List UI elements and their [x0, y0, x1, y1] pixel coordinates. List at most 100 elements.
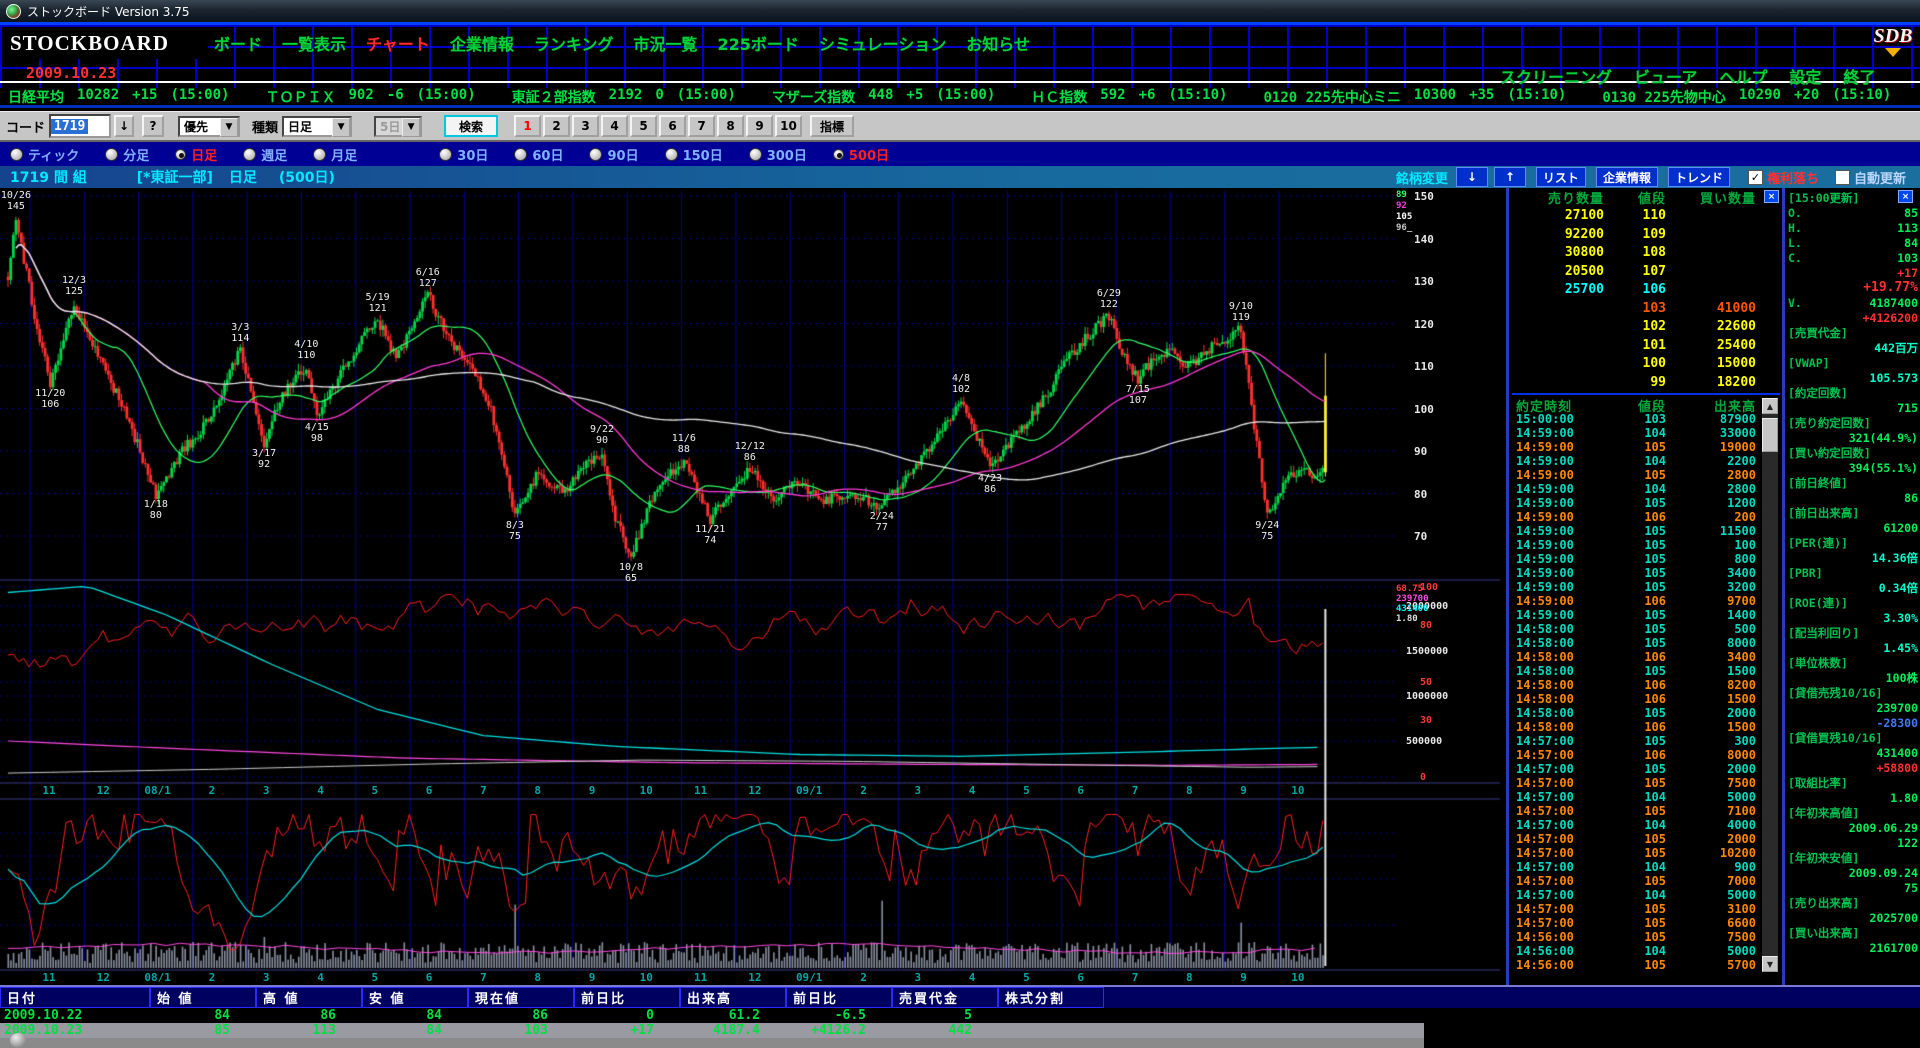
chart-tick-label: 80 [1414, 488, 1427, 501]
ticker-name: 東証２部指数 [512, 87, 596, 107]
code-down-button[interactable]: ↓ [114, 115, 134, 137]
app-icon [6, 4, 21, 19]
stats-label: [PBR] [1788, 566, 1823, 580]
menu-item[interactable]: 一覧表示 [282, 31, 346, 55]
trade-time: 14:57:00 [1512, 762, 1604, 776]
chart-tick-label: 10 [626, 784, 666, 797]
period-radio[interactable]: 60日 [514, 145, 563, 164]
stats-row: [VWAP] [1788, 355, 1918, 370]
radio-icon[interactable] [514, 148, 527, 161]
period-radio[interactable]: 30日 [439, 145, 488, 164]
trade-row: 15:00:0010387900 [1512, 412, 1760, 426]
window-titlebar[interactable]: ストックボード Version 3.75 [0, 0, 1920, 22]
period-radio[interactable]: 300日 [749, 145, 807, 164]
memory-button[interactable]: 1 [514, 115, 541, 137]
menu-item[interactable]: ビューア [1634, 64, 1697, 88]
chart-header-button[interactable]: 企業情報 [1596, 167, 1658, 187]
period-radio[interactable]: 週足 [243, 145, 287, 164]
orderbook-close-icon[interactable]: × [1764, 190, 1779, 203]
memory-button[interactable]: 7 [688, 115, 715, 137]
trade-price: 106 [1604, 678, 1666, 692]
code-input[interactable]: 1719 [49, 114, 111, 138]
period-radio[interactable]: 日足 [175, 145, 217, 164]
scrollbar-thumb[interactable] [1762, 418, 1778, 452]
scrollbar-orb[interactable] [10, 1033, 27, 1048]
memory-button[interactable]: 2 [543, 115, 570, 137]
radio-icon[interactable] [589, 148, 602, 161]
radio-icon[interactable] [10, 148, 23, 161]
trade-row: 14:59:0010433000 [1512, 426, 1760, 440]
daily-col-header: 日付 [0, 987, 150, 1008]
daily-col-header: 始 値 [150, 987, 256, 1008]
rights-checkbox[interactable]: ✓ [1748, 170, 1763, 185]
trade-price: 105 [1604, 846, 1666, 860]
price-chart-canvas[interactable] [0, 188, 1508, 985]
charttype-select[interactable]: 日足▼ [282, 116, 352, 137]
period-radio[interactable]: ティック [10, 145, 79, 164]
chart-tick-label: 7 [463, 971, 503, 984]
chart-header-button[interactable]: リスト [1536, 167, 1586, 187]
main-menu: ボード一覧表示チャート企業情報ランキング市況一覧 225ボードシミュレーションお知… [214, 29, 1030, 57]
swing-label: 8/375 [495, 520, 535, 542]
menu-item[interactable]: チャート [366, 31, 430, 55]
menu-item[interactable]: 市況一覧 [633, 31, 697, 55]
menu-item[interactable]: 企業情報 [450, 31, 514, 55]
period-radio[interactable]: 月足 [313, 145, 357, 164]
memory-button[interactable]: 8 [717, 115, 744, 137]
memory-button[interactable]: 9 [746, 115, 773, 137]
help-button[interactable]: ? [142, 115, 164, 137]
menu-item[interactable]: お知らせ [966, 31, 1030, 55]
trade-volume: 800 [1666, 552, 1756, 566]
memory-button[interactable]: 5 [630, 115, 657, 137]
period-radio[interactable]: 500日 [833, 145, 889, 164]
chart-type: 日足 [229, 167, 257, 187]
stats-label: [買い約定回数] [1788, 445, 1871, 461]
period-radio[interactable]: 分足 [105, 145, 149, 164]
ask-qty: 20500 [1512, 264, 1604, 279]
stats-value: 2161700 [1870, 941, 1918, 955]
menu-item[interactable]: 225ボード [717, 31, 798, 55]
memory-button[interactable]: 10 [775, 115, 802, 137]
stats-value: 1.80 [1890, 791, 1918, 805]
menu-item[interactable]: スクリーニング [1500, 64, 1612, 88]
radio-icon[interactable] [439, 148, 452, 161]
radio-icon[interactable] [665, 148, 678, 161]
menu-item[interactable]: 終了 [1843, 64, 1875, 88]
menu-item[interactable]: 設定 [1789, 64, 1821, 88]
chevron-down-icon[interactable]: ▼ [220, 118, 238, 137]
stats-close-icon[interactable]: × [1898, 190, 1913, 203]
radio-icon[interactable] [313, 148, 326, 161]
indicator-button[interactable]: 指標 [810, 115, 854, 137]
symbol-down-button[interactable]: ↓ [1456, 167, 1488, 187]
trade-row: 14:58:001063400 [1512, 650, 1760, 664]
memory-buttons: 12345678910 [514, 115, 804, 137]
radio-icon[interactable] [749, 148, 762, 161]
radio-icon[interactable] [243, 148, 256, 161]
chevron-down-icon[interactable]: ▼ [332, 118, 350, 137]
trade-price: 105 [1604, 874, 1666, 888]
chart-header-button[interactable]: トレンド [1668, 167, 1730, 187]
radio-icon[interactable] [175, 149, 186, 160]
period-radio-label: 月足 [331, 145, 357, 164]
memory-button[interactable]: 3 [572, 115, 599, 137]
radio-icon[interactable] [105, 148, 118, 161]
symbol-up-button[interactable]: ↑ [1494, 167, 1526, 187]
trade-price: 105 [1604, 804, 1666, 818]
quote-stats-divider [1782, 188, 1785, 985]
scroll-up-icon[interactable]: ▲ [1762, 398, 1778, 414]
memory-button[interactable]: 4 [601, 115, 628, 137]
menu-item[interactable]: ランキング [534, 31, 614, 55]
menu-item[interactable]: シミュレーション [819, 31, 946, 55]
period-radio[interactable]: 90日 [589, 145, 638, 164]
menu-item[interactable]: ボード [214, 31, 262, 55]
autoupdate-checkbox[interactable] [1835, 170, 1850, 185]
scroll-down-icon[interactable]: ▼ [1762, 956, 1778, 972]
preference-select[interactable]: 優先▼ [178, 116, 240, 137]
daily-cell: 103 [468, 1023, 574, 1038]
menu-item[interactable]: ヘルプ [1719, 64, 1767, 88]
radio-icon[interactable] [833, 149, 844, 160]
period-radio[interactable]: 150日 [665, 145, 723, 164]
memory-button[interactable]: 6 [659, 115, 686, 137]
bottom-scrollbar[interactable] [0, 1038, 1424, 1048]
search-button[interactable]: 検索 [444, 115, 498, 137]
